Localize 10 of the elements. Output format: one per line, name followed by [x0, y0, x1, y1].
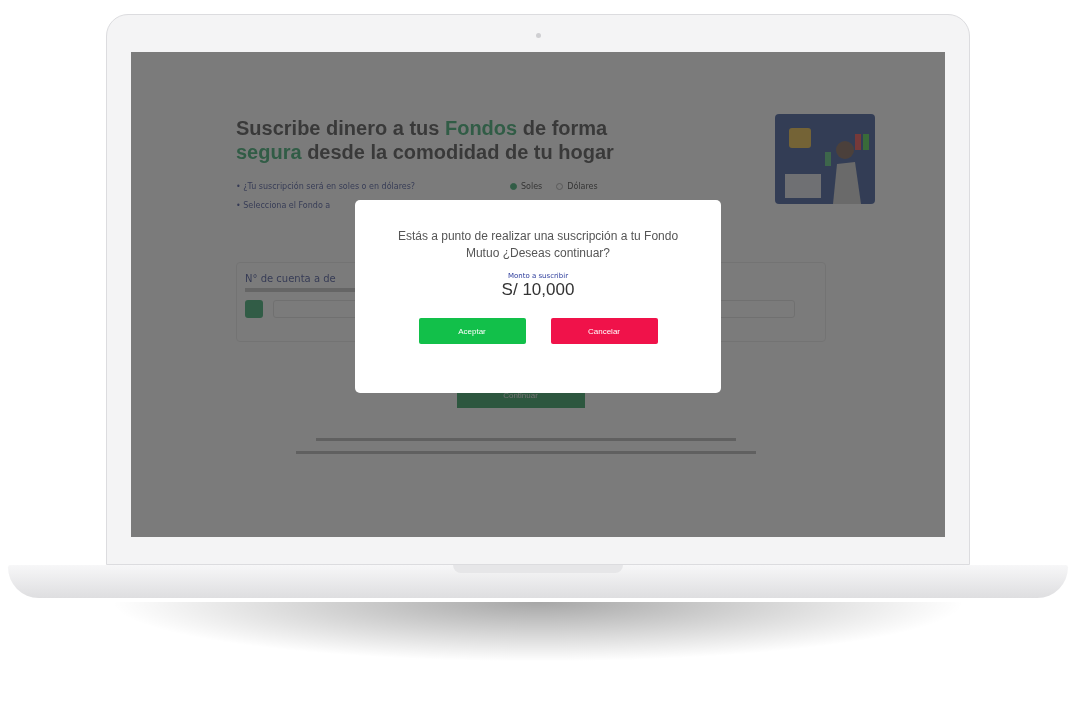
- radio-option[interactable]: Dólares: [556, 182, 598, 191]
- camera-icon: [536, 33, 541, 38]
- accept-button[interactable]: Aceptar: [418, 318, 526, 344]
- account-label: N° de cuenta a de: [245, 273, 336, 284]
- dialog-message: Estás a punto de realizar una suscripción a tu Fondo Mutuo ¿Deseas continuar?: [396, 228, 680, 262]
- page-heading: Suscribe dinero a tus Fondos de forma segura desde la comodidad de tu hogar: [236, 116, 615, 164]
- amount-value: S/ 10,000: [501, 280, 575, 300]
- account-icon: [245, 300, 263, 318]
- cancel-button[interactable]: Cancelar: [550, 318, 658, 344]
- radio-option[interactable]: Soles: [510, 182, 543, 191]
